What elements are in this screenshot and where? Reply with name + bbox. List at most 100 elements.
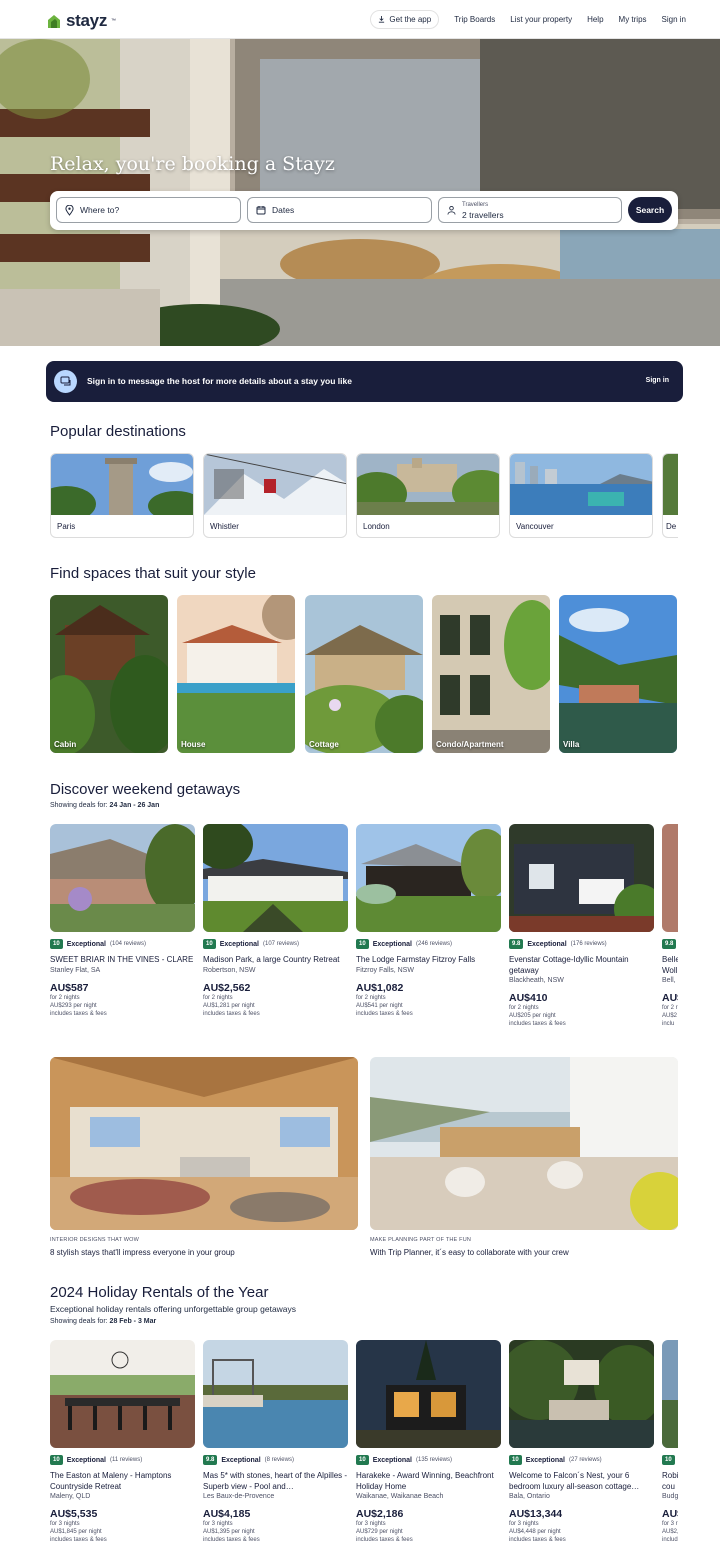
rating-row: 10 Exceptional (246 reviews) — [356, 939, 501, 949]
property-location: Stanley Flat, SA — [50, 966, 101, 974]
feature-image-trip-planner — [370, 1057, 678, 1230]
property-per-night: AU$1,281 per night — [203, 1002, 255, 1009]
destination-card-paris[interactable]: Paris — [50, 453, 194, 538]
where-to-field[interactable]: Where to? — [56, 197, 241, 223]
property-per-night: AU$1,395 per night — [203, 1529, 255, 1535]
destination-label-vancouver: Vancouver — [516, 522, 554, 531]
holiday-card[interactable]: 10 Exceptional (27 reviews) Welcome to Fal… — [509, 1340, 654, 1544]
property-price: AU$587 — [50, 981, 89, 994]
style-card-cottage[interactable]: Cottage — [305, 595, 423, 753]
property-price: AU$ — [662, 1508, 678, 1520]
search-bar: Where to? Dates Travellers 2 travellers … — [50, 191, 678, 230]
destination-card-partial[interactable]: De — [662, 453, 678, 538]
holiday-card[interactable]: 10 Exceptional (11 reviews) The Easton at … — [50, 1340, 195, 1544]
travellers-label: Travellers — [462, 202, 489, 208]
nav-sign-in[interactable]: Sign in — [662, 15, 686, 24]
property-price: AU$13,344 — [509, 1508, 563, 1520]
site-header: stayz ™ Get the app Trip Boards List your… — [0, 0, 720, 39]
property-per-night: AU$4,448 per night — [509, 1529, 561, 1535]
rating-badge: 10 — [662, 1455, 675, 1465]
feature-card-interior[interactable]: INTERIOR DESIGNS THAT WOW 8 stylish stay… — [50, 1057, 358, 1257]
style-label-condo: Condo/Apartment — [436, 740, 504, 749]
destination-label-paris: Paris — [57, 522, 76, 531]
destination-card-london[interactable]: London — [356, 453, 500, 538]
style-card-house[interactable]: House — [177, 595, 295, 753]
holiday-subtitle: Exceptional holiday rentals offering unf… — [50, 1304, 297, 1314]
getaways-title: Discover weekend getaways — [50, 781, 241, 798]
destination-image-paris — [51, 454, 193, 522]
banner-sign-in-link[interactable]: Sign in — [646, 377, 669, 384]
rating-word: Exceptional — [527, 940, 567, 948]
property-nights: for 3 r — [662, 1521, 678, 1527]
review-count: (107 reviews) — [262, 941, 299, 947]
holiday-card[interactable]: 9.8 Exceptional (8 reviews) Mas 5* with st… — [203, 1340, 348, 1544]
property-nights: for 3 nights — [50, 1521, 80, 1527]
rating-row: 10 Exceptional (104 reviews) — [50, 939, 195, 949]
top-nav: Get the app Trip Boards List your proper… — [370, 10, 686, 29]
getaway-card-partial[interactable]: 9.8 Belle Woll Bell, AU$ for 2 r AU$2 in… — [662, 824, 678, 1028]
feature-title: With Trip Planner, it´s easy to collabor… — [370, 1248, 569, 1257]
property-name: Harakeke - Award Winning, Beachfront Hol… — [356, 1471, 494, 1491]
dates-placeholder: Dates — [272, 205, 295, 215]
property-per-night: AU$2, — [662, 1529, 678, 1535]
property-photo — [50, 824, 195, 932]
property-price: AU$5,535 — [50, 1508, 98, 1520]
destination-card-whistler[interactable]: Whistler — [203, 453, 347, 538]
review-count: (246 reviews) — [415, 941, 452, 947]
travellers-field[interactable]: Travellers 2 travellers — [438, 197, 622, 223]
property-nights: for 3 nights — [203, 1521, 233, 1527]
destination-image-partial — [663, 454, 678, 515]
destination-label-london: London — [363, 522, 390, 531]
style-image-cottage — [305, 595, 423, 753]
rating-row: 10 Exceptional (27 reviews) — [509, 1455, 654, 1465]
rating-row: 10 — [662, 1455, 678, 1465]
style-label-cabin: Cabin — [54, 740, 77, 749]
getaways-deals-dates: 24 Jan - 26 Jan — [109, 802, 160, 809]
property-tax-note: includes taxes & fees — [356, 1010, 413, 1017]
feature-kicker: INTERIOR DESIGNS THAT WOW — [50, 1237, 140, 1243]
holiday-card[interactable]: 10 Exceptional (135 reviews) Harakeke - Aw… — [356, 1340, 501, 1544]
rating-badge: 9.8 — [203, 1455, 218, 1465]
nav-my-trips[interactable]: My trips — [619, 15, 647, 24]
logo-trademark: ™ — [111, 18, 117, 24]
rating-badge: 10 — [50, 1455, 63, 1465]
stayz-logo[interactable]: stayz ™ — [46, 11, 116, 31]
style-card-cabin[interactable]: Cabin — [50, 595, 168, 753]
property-name: Mas 5* with stones, heart of the Alpille… — [203, 1471, 348, 1491]
feature-card-trip-planner[interactable]: MAKE PLANNING PART OF THE FUN With Trip … — [370, 1057, 678, 1257]
property-nights: for 3 nights — [356, 1521, 386, 1527]
getaway-card[interactable]: 10 Exceptional (104 reviews) SWEET BRIAR I… — [50, 824, 195, 1018]
property-name: Robi cou — [662, 1471, 678, 1491]
getaway-card[interactable]: 10 Exceptional (246 reviews) The Lodge Far… — [356, 824, 501, 1018]
logo-text: stayz — [66, 11, 108, 30]
destination-card-vancouver[interactable]: Vancouver — [509, 453, 653, 538]
property-photo — [662, 1340, 678, 1448]
property-name: SWEET BRIAR IN THE VINES - CLARE — [50, 955, 194, 964]
get-the-app-button[interactable]: Get the app — [370, 10, 440, 29]
getaway-card[interactable]: 9.8 Exceptional (176 reviews) Evenstar Cot… — [509, 824, 654, 1028]
nav-list-your-property[interactable]: List your property — [510, 15, 572, 24]
property-location: Blackheath, NSW — [509, 977, 564, 984]
style-card-villa[interactable]: Villa — [559, 595, 677, 753]
property-tax-note: includes taxes & fees — [509, 1021, 566, 1027]
property-name: The Lodge Farmstay Fitzroy Falls — [356, 955, 476, 964]
rating-badge: 10 — [356, 1455, 369, 1465]
house-leaf-icon — [48, 14, 60, 28]
dates-field[interactable]: Dates — [247, 197, 432, 223]
property-tax-note: includes taxes & fees — [203, 1010, 260, 1017]
where-to-placeholder: Where to? — [80, 205, 120, 215]
style-card-condo[interactable]: Condo/Apartment — [432, 595, 550, 753]
feature-kicker: MAKE PLANNING PART OF THE FUN — [370, 1237, 472, 1243]
rating-word: Exceptional — [66, 940, 106, 948]
rating-badge: 9.8 — [509, 939, 524, 949]
search-button[interactable]: Search — [628, 197, 672, 223]
nav-trip-boards[interactable]: Trip Boards — [454, 15, 495, 24]
nav-help[interactable]: Help — [587, 15, 603, 24]
property-location: Budg — [662, 1493, 678, 1500]
feature-photo-interior — [50, 1057, 358, 1230]
holiday-card-partial[interactable]: 10 Robi cou Budg AU$ for 3 r AU$2, inclu… — [662, 1340, 678, 1544]
review-count: (176 reviews) — [570, 941, 607, 947]
style-image-house — [177, 595, 295, 753]
property-photo — [50, 1340, 195, 1448]
getaway-card[interactable]: 10 Exceptional (107 reviews) Madison Park,… — [203, 824, 348, 1018]
